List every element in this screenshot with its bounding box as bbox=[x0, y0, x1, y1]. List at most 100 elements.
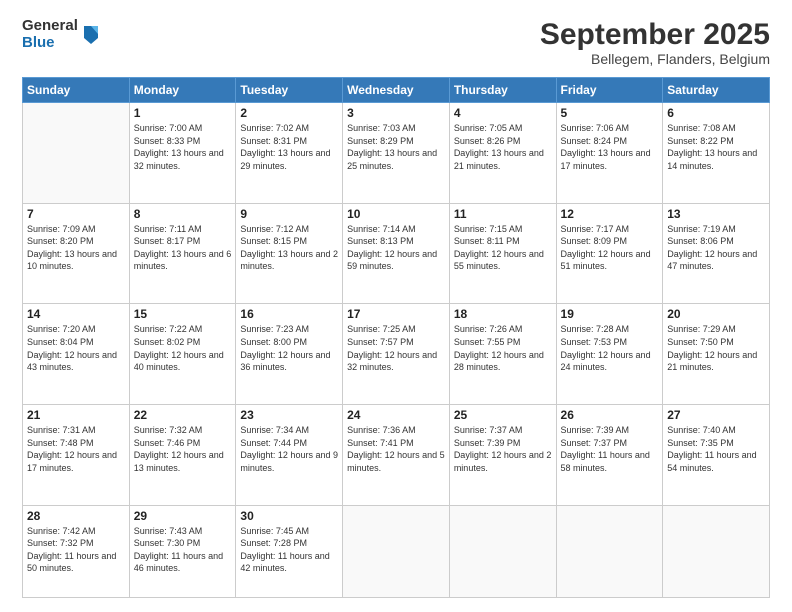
calendar-cell: 30 Sunrise: 7:45 AM Sunset: 7:28 PM Dayli… bbox=[236, 505, 343, 597]
calendar-cell: 12 Sunrise: 7:17 AM Sunset: 8:09 PM Dayli… bbox=[556, 203, 663, 304]
logo-icon bbox=[82, 24, 100, 46]
calendar-cell: 26Sunrise: 7:39 AM Sunset: 7:37 PM Dayli… bbox=[556, 404, 663, 505]
cell-info: Sunrise: 7:03 AM Sunset: 8:29 PM Dayligh… bbox=[347, 122, 445, 172]
calendar-cell: 15Sunrise: 7:22 AM Sunset: 8:02 PM Dayli… bbox=[129, 304, 236, 405]
cell-info: Sunrise: 7:36 AM Sunset: 7:41 PM Dayligh… bbox=[347, 424, 445, 474]
month-title: September 2025 bbox=[540, 18, 770, 51]
cell-info: Sunrise: 7:43 AM Sunset: 7:30 PM Dayligh… bbox=[134, 525, 232, 575]
calendar-cell bbox=[556, 505, 663, 597]
calendar-cell: 13 Sunrise: 7:19 AM Sunset: 8:06 PM Dayli… bbox=[663, 203, 770, 304]
cell-info: Sunrise: 7:25 AM Sunset: 7:57 PM Dayligh… bbox=[347, 323, 445, 373]
cell-info: Sunrise: 7:17 AM Sunset: 8:09 PM Dayligh… bbox=[561, 223, 659, 273]
calendar-cell: 8 Sunrise: 7:11 AM Sunset: 8:17 PM Daylig… bbox=[129, 203, 236, 304]
cell-info: Sunrise: 7:42 AM Sunset: 7:32 PM Dayligh… bbox=[27, 525, 125, 575]
day-number: 3 bbox=[347, 106, 445, 120]
calendar-cell: 20Sunrise: 7:29 AM Sunset: 7:50 PM Dayli… bbox=[663, 304, 770, 405]
day-number: 10 bbox=[347, 207, 445, 221]
page: General Blue September 2025 Bellegem, Fl… bbox=[0, 0, 792, 612]
day-number: 28 bbox=[27, 509, 125, 523]
header-sunday: Sunday bbox=[23, 78, 130, 103]
calendar-cell: 5Sunrise: 7:06 AM Sunset: 8:24 PM Daylig… bbox=[556, 103, 663, 204]
weekday-header-row: Sunday Monday Tuesday Wednesday Thursday… bbox=[23, 78, 770, 103]
day-number: 23 bbox=[240, 408, 338, 422]
day-number: 27 bbox=[667, 408, 765, 422]
cell-info: Sunrise: 7:37 AM Sunset: 7:39 PM Dayligh… bbox=[454, 424, 552, 474]
day-number: 14 bbox=[27, 307, 125, 321]
calendar-cell: 4 Sunrise: 7:05 AM Sunset: 8:26 PM Daylig… bbox=[449, 103, 556, 204]
calendar-cell: 18Sunrise: 7:26 AM Sunset: 7:55 PM Dayli… bbox=[449, 304, 556, 405]
cell-info: Sunrise: 7:00 AM Sunset: 8:33 PM Dayligh… bbox=[134, 122, 232, 172]
day-number: 29 bbox=[134, 509, 232, 523]
logo-general: General bbox=[22, 18, 78, 35]
day-number: 25 bbox=[454, 408, 552, 422]
calendar-cell: 16 Sunrise: 7:23 AM Sunset: 8:00 PM Dayli… bbox=[236, 304, 343, 405]
day-number: 17 bbox=[347, 307, 445, 321]
calendar-cell bbox=[449, 505, 556, 597]
day-number: 20 bbox=[667, 307, 765, 321]
cell-info: Sunrise: 7:09 AM Sunset: 8:20 PM Dayligh… bbox=[27, 223, 125, 273]
location: Bellegem, Flanders, Belgium bbox=[540, 51, 770, 67]
cell-info: Sunrise: 7:20 AM Sunset: 8:04 PM Dayligh… bbox=[27, 323, 125, 373]
day-number: 6 bbox=[667, 106, 765, 120]
header: General Blue September 2025 Bellegem, Fl… bbox=[22, 18, 770, 67]
cell-info: Sunrise: 7:15 AM Sunset: 8:11 PM Dayligh… bbox=[454, 223, 552, 273]
cell-info: Sunrise: 7:05 AM Sunset: 8:26 PM Dayligh… bbox=[454, 122, 552, 172]
day-number: 12 bbox=[561, 207, 659, 221]
calendar-cell: 28 Sunrise: 7:42 AM Sunset: 7:32 PM Dayli… bbox=[23, 505, 130, 597]
cell-info: Sunrise: 7:08 AM Sunset: 8:22 PM Dayligh… bbox=[667, 122, 765, 172]
calendar-cell: 22Sunrise: 7:32 AM Sunset: 7:46 PM Dayli… bbox=[129, 404, 236, 505]
calendar-week-1: 1 Sunrise: 7:00 AM Sunset: 8:33 PM Daylig… bbox=[23, 103, 770, 204]
calendar-cell: 1 Sunrise: 7:00 AM Sunset: 8:33 PM Daylig… bbox=[129, 103, 236, 204]
cell-info: Sunrise: 7:02 AM Sunset: 8:31 PM Dayligh… bbox=[240, 122, 338, 172]
day-number: 21 bbox=[27, 408, 125, 422]
day-number: 26 bbox=[561, 408, 659, 422]
header-friday: Friday bbox=[556, 78, 663, 103]
calendar-cell: 14 Sunrise: 7:20 AM Sunset: 8:04 PM Dayli… bbox=[23, 304, 130, 405]
header-monday: Monday bbox=[129, 78, 236, 103]
logo-blue: Blue bbox=[22, 35, 78, 52]
calendar-cell: 11 Sunrise: 7:15 AM Sunset: 8:11 PM Dayli… bbox=[449, 203, 556, 304]
cell-info: Sunrise: 7:14 AM Sunset: 8:13 PM Dayligh… bbox=[347, 223, 445, 273]
day-number: 7 bbox=[27, 207, 125, 221]
calendar-cell bbox=[343, 505, 450, 597]
day-number: 11 bbox=[454, 207, 552, 221]
calendar-cell bbox=[23, 103, 130, 204]
header-thursday: Thursday bbox=[449, 78, 556, 103]
calendar-cell: 27Sunrise: 7:40 AM Sunset: 7:35 PM Dayli… bbox=[663, 404, 770, 505]
header-wednesday: Wednesday bbox=[343, 78, 450, 103]
calendar-table: Sunday Monday Tuesday Wednesday Thursday… bbox=[22, 77, 770, 598]
cell-info: Sunrise: 7:28 AM Sunset: 7:53 PM Dayligh… bbox=[561, 323, 659, 373]
calendar-cell: 24Sunrise: 7:36 AM Sunset: 7:41 PM Dayli… bbox=[343, 404, 450, 505]
day-number: 9 bbox=[240, 207, 338, 221]
calendar-cell: 21Sunrise: 7:31 AM Sunset: 7:48 PM Dayli… bbox=[23, 404, 130, 505]
calendar-cell: 9 Sunrise: 7:12 AM Sunset: 8:15 PM Daylig… bbox=[236, 203, 343, 304]
calendar-cell: 19Sunrise: 7:28 AM Sunset: 7:53 PM Dayli… bbox=[556, 304, 663, 405]
header-saturday: Saturday bbox=[663, 78, 770, 103]
day-number: 8 bbox=[134, 207, 232, 221]
day-number: 16 bbox=[240, 307, 338, 321]
header-tuesday: Tuesday bbox=[236, 78, 343, 103]
cell-info: Sunrise: 7:45 AM Sunset: 7:28 PM Dayligh… bbox=[240, 525, 338, 575]
logo: General Blue bbox=[22, 18, 100, 51]
calendar-week-3: 14 Sunrise: 7:20 AM Sunset: 8:04 PM Dayli… bbox=[23, 304, 770, 405]
calendar-cell: 29 Sunrise: 7:43 AM Sunset: 7:30 PM Dayli… bbox=[129, 505, 236, 597]
day-number: 4 bbox=[454, 106, 552, 120]
calendar-cell: 6 Sunrise: 7:08 AM Sunset: 8:22 PM Daylig… bbox=[663, 103, 770, 204]
day-number: 30 bbox=[240, 509, 338, 523]
calendar-cell: 23 Sunrise: 7:34 AM Sunset: 7:44 PM Dayli… bbox=[236, 404, 343, 505]
cell-info: Sunrise: 7:34 AM Sunset: 7:44 PM Dayligh… bbox=[240, 424, 338, 474]
cell-info: Sunrise: 7:06 AM Sunset: 8:24 PM Dayligh… bbox=[561, 122, 659, 172]
calendar-week-5: 28 Sunrise: 7:42 AM Sunset: 7:32 PM Dayli… bbox=[23, 505, 770, 597]
cell-info: Sunrise: 7:32 AM Sunset: 7:46 PM Dayligh… bbox=[134, 424, 232, 474]
title-block: September 2025 Bellegem, Flanders, Belgi… bbox=[540, 18, 770, 67]
cell-info: Sunrise: 7:23 AM Sunset: 8:00 PM Dayligh… bbox=[240, 323, 338, 373]
cell-info: Sunrise: 7:19 AM Sunset: 8:06 PM Dayligh… bbox=[667, 223, 765, 273]
day-number: 18 bbox=[454, 307, 552, 321]
cell-info: Sunrise: 7:11 AM Sunset: 8:17 PM Dayligh… bbox=[134, 223, 232, 273]
day-number: 1 bbox=[134, 106, 232, 120]
day-number: 15 bbox=[134, 307, 232, 321]
calendar-cell: 17 Sunrise: 7:25 AM Sunset: 7:57 PM Dayli… bbox=[343, 304, 450, 405]
calendar-cell: 2Sunrise: 7:02 AM Sunset: 8:31 PM Daylig… bbox=[236, 103, 343, 204]
cell-info: Sunrise: 7:12 AM Sunset: 8:15 PM Dayligh… bbox=[240, 223, 338, 273]
day-number: 13 bbox=[667, 207, 765, 221]
